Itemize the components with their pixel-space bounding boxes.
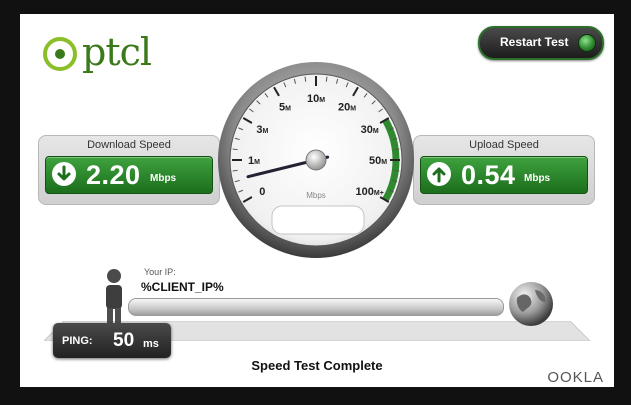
ptcl-logo: ptcl [42,28,192,76]
download-speed-title: Download Speed [87,139,171,151]
gauge-hub [305,149,327,171]
upload-speed-meter: 0.54 Mbps [420,156,588,194]
gauge-minor-tick [232,148,238,151]
restart-indicator-icon [578,34,596,52]
up-arrow-icon [427,162,451,186]
ip-label: Your IP: [144,267,176,277]
gauge-tick-label: 0 [259,186,265,198]
ptcl-logo-mark-icon [43,37,77,71]
ookla-logo: OOKLA [547,369,604,386]
ping-display: PING: 50 ms [53,323,171,358]
status-text: Speed Test Complete [251,358,383,373]
gauge-minor-tick [394,148,400,151]
gauge-minor-tick [325,76,328,82]
ptcl-logo-text: ptcl [82,30,152,74]
user-icon [106,269,122,325]
download-speed-meter: 2.20 Mbps [45,156,213,194]
speedometer-gauge: 01M3M5M10M20M30M50M100M+ Mbps [218,62,414,258]
ping-label: PING: [62,335,93,347]
gauge-minor-tick [304,76,307,82]
upload-speed-title: Upload Speed [469,139,539,151]
globe-icon [509,282,553,326]
down-arrow-icon [52,162,76,186]
gauge-unit-label: Mbps [306,191,326,200]
upload-speed-unit: Mbps [524,173,551,184]
ping-unit: ms [143,338,159,350]
network-pipe [128,298,504,316]
ping-value: 50 [113,330,135,351]
upload-speed-panel: Upload Speed 0.54 Mbps [413,135,595,205]
gauge-minor-tick [232,169,238,172]
gauge-readout-window [271,205,365,235]
download-speed-panel: Download Speed 2.20 Mbps [38,135,220,205]
download-speed-unit: Mbps [150,173,177,184]
restart-test-button[interactable]: Restart Test [478,26,604,60]
speedtest-panel: ptcl Restart Test Download Speed 2.20 Mb… [20,14,614,387]
ip-value: %CLIENT_IP% [141,280,224,294]
restart-test-label: Restart Test [500,35,569,49]
upload-speed-value: 0.54 [461,160,516,190]
gauge-minor-tick [394,169,400,172]
download-speed-value: 2.20 [86,160,141,190]
